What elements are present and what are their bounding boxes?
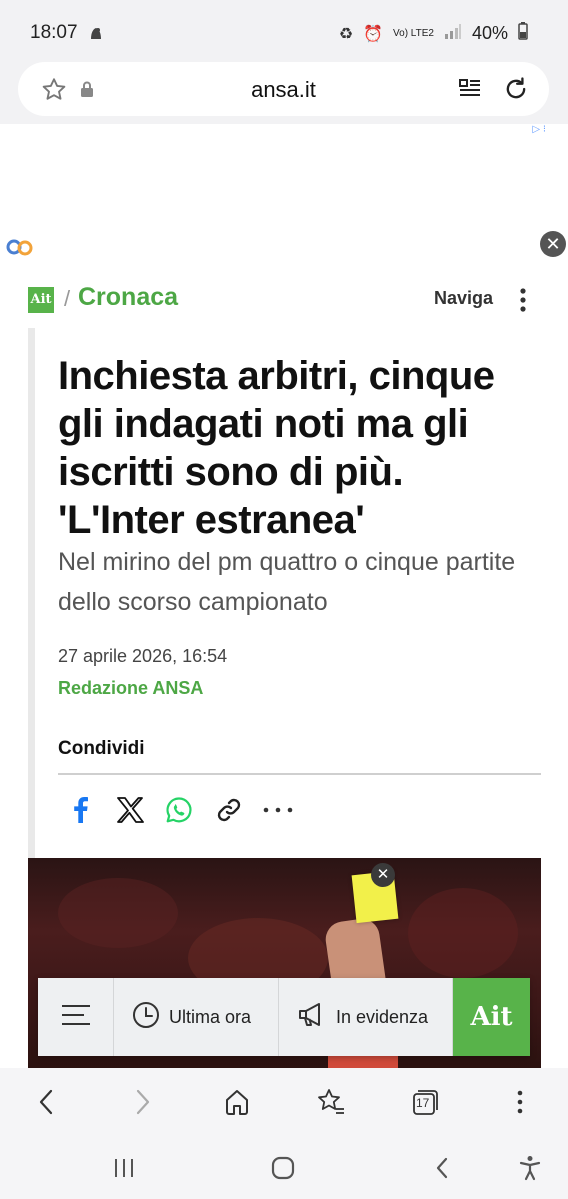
recycle-icon: ♻ — [338, 25, 354, 43]
x-icon[interactable] — [110, 790, 150, 830]
alarm-icon: ⏰ — [363, 25, 384, 43]
ansa-logo[interactable]: Ait — [28, 287, 54, 313]
tabs-button[interactable]: 17 — [405, 1082, 445, 1122]
network-label: Vo) LTE2 — [393, 27, 434, 39]
article-subheadline: Nel mirino del pm quattro o cinque parti… — [58, 548, 516, 616]
reload-icon[interactable] — [502, 75, 530, 108]
ad-close-button[interactable]: ✕ — [540, 231, 566, 257]
in-evidenza-label: In evidenza — [336, 1006, 429, 1027]
recent-apps-icon[interactable] — [104, 1150, 144, 1186]
breadcrumb-separator: / — [64, 286, 71, 311]
naviga-button[interactable]: Naviga — [434, 288, 493, 309]
accessibility-icon[interactable] — [510, 1150, 550, 1186]
share-divider — [58, 773, 541, 775]
browser-url-area: ansa.it — [0, 54, 568, 124]
browser-menu-icon[interactable] — [500, 1082, 540, 1122]
article-author[interactable]: Redazione ANSA — [58, 678, 203, 699]
ad-banner[interactable]: ▷ ⁝ — [0, 124, 568, 264]
photo-crowd-blur — [58, 878, 178, 948]
browser-toolbar: 17 — [0, 1068, 568, 1134]
facebook-icon[interactable] — [60, 790, 100, 830]
article-headline: Inchiesta arbitri, cinque gli indagati n… — [58, 354, 495, 542]
share-title: Condividi — [58, 738, 145, 759]
signal-icon — [444, 23, 462, 44]
more-options-icon[interactable] — [514, 286, 532, 314]
in-evidenza-button[interactable]: In evidenza — [279, 978, 453, 1056]
menu-button[interactable] — [38, 978, 114, 1056]
status-indicators: ♻ ⏰ Vo) LTE2 40% — [339, 22, 528, 45]
battery-percent: 40% — [471, 23, 508, 43]
article-date: 27 aprile 2026, 16:54 — [58, 646, 228, 666]
notification-icon — [88, 24, 104, 47]
home-system-icon[interactable] — [263, 1150, 303, 1186]
whatsapp-icon[interactable] — [159, 790, 199, 830]
megaphone-icon — [297, 1002, 327, 1033]
link-icon[interactable] — [209, 790, 249, 830]
reader-mode-icon[interactable] — [458, 78, 482, 105]
system-nav-bar — [0, 1134, 568, 1199]
tabs-count: 17 — [416, 1096, 430, 1110]
section-bar: Ait / Cronaca Naviga — [0, 278, 568, 320]
share-buttons — [58, 790, 318, 830]
ansa-home-logo[interactable]: Ait — [453, 978, 530, 1056]
more-share-icon[interactable] — [258, 790, 298, 830]
battery-icon — [518, 22, 528, 45]
url-bar[interactable]: ansa.it — [18, 62, 549, 116]
back-system-icon[interactable] — [422, 1150, 462, 1186]
back-icon[interactable] — [26, 1082, 66, 1122]
clock-icon — [132, 1001, 160, 1034]
photo-close-icon[interactable]: ✕ — [371, 863, 395, 887]
hamburger-icon — [60, 1003, 92, 1032]
ad-brand-icon — [6, 238, 34, 261]
site-bottom-nav: Ultima ora In evidenza Ait — [38, 978, 530, 1056]
section-title[interactable]: Cronaca — [78, 283, 178, 312]
ultima-ora-button[interactable]: Ultima ora — [114, 978, 279, 1056]
ultima-ora-label: Ultima ora — [169, 1006, 252, 1027]
status-time: 18:07 — [30, 22, 78, 43]
forward-icon[interactable] — [123, 1082, 163, 1122]
ad-choices-badge[interactable]: ▷ ⁝ — [532, 124, 546, 135]
home-icon[interactable] — [217, 1082, 257, 1122]
article-side-rule — [28, 328, 35, 860]
photo-crowd-blur — [408, 888, 518, 978]
bookmarks-icon[interactable] — [311, 1082, 351, 1122]
